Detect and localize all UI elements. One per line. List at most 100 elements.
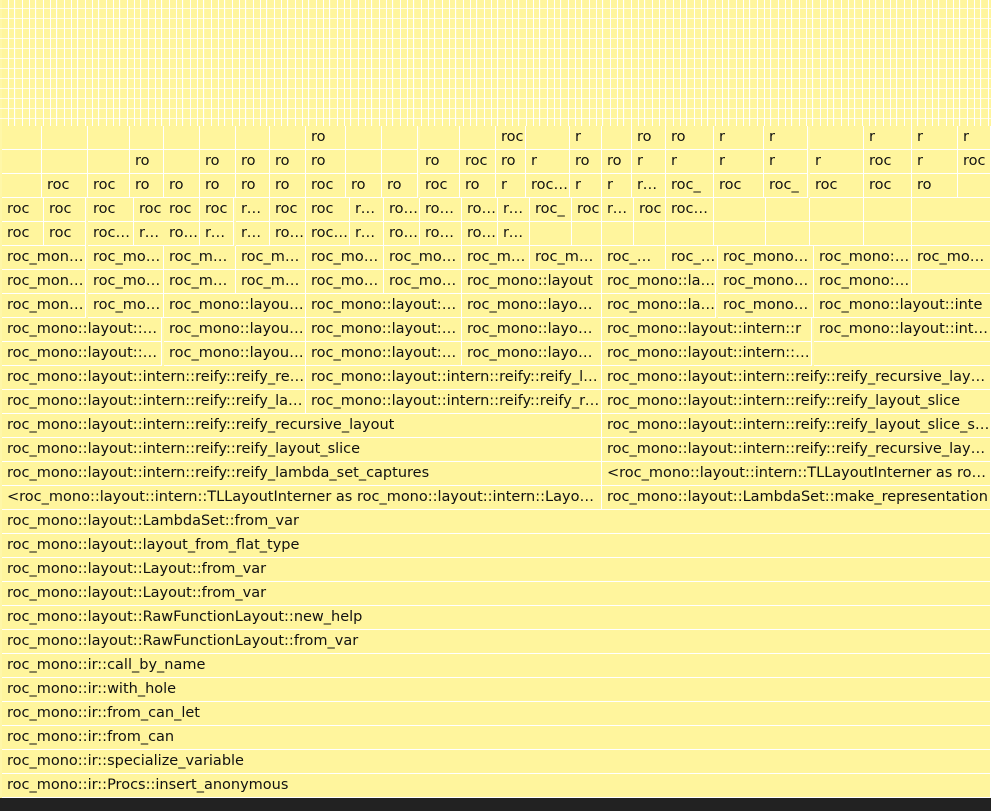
stack-frame[interactable] <box>714 198 766 222</box>
stack-frame[interactable]: r <box>864 126 912 150</box>
stack-frame[interactable]: roc_mono <box>236 222 270 246</box>
stack-frame[interactable]: roc_mono <box>384 222 420 246</box>
stack-frame[interactable]: ro <box>236 174 270 198</box>
stack-frame[interactable]: roc <box>958 150 991 174</box>
stack-frame[interactable] <box>526 126 570 150</box>
stack-frame[interactable]: roc_mono::layout::intern <box>164 318 306 342</box>
stack-frame[interactable] <box>88 150 130 174</box>
stack-frame[interactable]: roc_mono::layout::LambdaSet::from_var <box>2 510 991 534</box>
stack-frame[interactable]: roc <box>44 198 86 222</box>
stack-frame[interactable]: roc_mono <box>350 198 384 222</box>
stack-frame[interactable]: roc <box>306 198 350 222</box>
stack-frame[interactable]: ro <box>602 150 632 174</box>
stack-frame[interactable]: roc <box>496 126 526 150</box>
stack-frame[interactable]: ro <box>164 174 200 198</box>
stack-frame[interactable]: roc <box>164 198 200 222</box>
stack-frame[interactable]: r <box>602 174 632 198</box>
stack-frame[interactable]: r <box>666 150 714 174</box>
stack-frame[interactable]: roc <box>200 198 234 222</box>
stack-frame[interactable]: roc_mono::layout::intern <box>164 294 306 318</box>
stack-frame[interactable]: roc_mono <box>306 222 350 246</box>
stack-frame[interactable]: roc_mono::layout::intern <box>2 318 162 342</box>
stack-frame[interactable]: roc <box>460 150 496 174</box>
stack-frame[interactable] <box>420 126 460 150</box>
stack-frame[interactable]: roc <box>88 198 134 222</box>
stack-frame[interactable] <box>200 126 236 150</box>
stack-frame[interactable]: roc_mono::layout::intern::reify::reify_l… <box>2 390 306 414</box>
stack-frame[interactable]: roc_mono::layout <box>462 270 602 294</box>
stack-frame[interactable]: roc_mono::layout <box>2 294 86 318</box>
stack-frame[interactable]: roc <box>572 198 602 222</box>
stack-frame[interactable]: r <box>764 126 808 150</box>
stack-frame[interactable] <box>810 198 864 222</box>
stack-frame[interactable]: roc <box>88 174 130 198</box>
stack-frame[interactable]: ro <box>460 174 496 198</box>
stack-frame[interactable] <box>164 150 200 174</box>
stack-frame[interactable]: roc_mono <box>200 222 234 246</box>
stack-frame[interactable]: roc_mono::layout <box>88 246 164 270</box>
stack-frame[interactable] <box>270 126 306 150</box>
stack-frame[interactable]: roc_mono <box>236 198 270 222</box>
stack-frame[interactable]: roc_mono::layout <box>236 246 306 270</box>
stack-frame[interactable] <box>382 150 418 174</box>
stack-frame[interactable]: ro <box>270 150 306 174</box>
stack-frame[interactable]: roc_mon <box>666 198 714 222</box>
stack-frame[interactable]: roc_mono::layout <box>2 270 86 294</box>
stack-frame[interactable]: roc <box>306 174 346 198</box>
stack-frame[interactable]: roc_mono::layout <box>602 246 666 270</box>
stack-frame[interactable]: roc_mono::layout::intern::reify <box>2 342 162 366</box>
stack-frame[interactable] <box>912 270 991 294</box>
stack-frame[interactable]: roc_mono::layout::intern::reify::reify_r… <box>602 366 991 390</box>
stack-frame[interactable]: roc_ <box>498 198 530 222</box>
stack-frame[interactable]: roc_mono::ir::call_by_name <box>2 654 991 678</box>
stack-frame[interactable]: roc <box>864 150 912 174</box>
stack-frame[interactable]: roc_mono::layout <box>462 246 530 270</box>
stack-frame[interactable] <box>346 126 382 150</box>
stack-frame[interactable]: ro <box>130 150 164 174</box>
stack-frame[interactable]: roc_ <box>602 198 634 222</box>
stack-frame[interactable] <box>2 126 42 150</box>
stack-frame[interactable]: roc_mono::layout <box>164 270 236 294</box>
stack-frame[interactable]: roc_mono::layout::intern::reify::reify_l… <box>2 438 602 462</box>
stack-frame[interactable]: roc_mono::ir::specialize_variable <box>2 750 991 774</box>
stack-frame[interactable] <box>766 222 810 246</box>
stack-frame[interactable]: roc_mono::layout::intern::reify::reify_r… <box>306 390 602 414</box>
stack-frame[interactable]: roc_mono::layout::intern::reify <box>602 342 812 366</box>
stack-frame[interactable]: roc_mo <box>526 174 570 198</box>
stack-frame[interactable]: roc_mono::layout <box>814 246 912 270</box>
stack-frame[interactable]: ro <box>382 174 418 198</box>
stack-frame[interactable] <box>460 126 496 150</box>
stack-frame[interactable]: roc_mono::layout <box>306 246 384 270</box>
stack-frame[interactable]: roc_mono::layout::RawFunctionLayout::fro… <box>2 630 991 654</box>
stack-frame[interactable]: roc_mono::layout::intern <box>462 294 602 318</box>
stack-frame[interactable] <box>958 174 991 198</box>
stack-frame[interactable]: roc_mono::layout::intern::reify::reify_r… <box>602 438 991 462</box>
stack-frame[interactable]: roc_mono::layout <box>912 246 991 270</box>
stack-frame[interactable]: r <box>496 174 526 198</box>
stack-frame[interactable] <box>572 222 602 246</box>
stack-frame[interactable] <box>602 126 632 150</box>
stack-frame[interactable]: roc_mono::layout::layout <box>384 270 462 294</box>
stack-frame[interactable] <box>766 198 810 222</box>
stack-frame[interactable]: ro <box>200 174 236 198</box>
stack-frame[interactable]: roc_mono <box>350 222 384 246</box>
stack-frame[interactable]: roc <box>714 174 764 198</box>
stack-frame[interactable]: roc <box>270 198 306 222</box>
stack-frame[interactable]: ro <box>496 150 526 174</box>
stack-frame[interactable]: roc_mono::layout::intern <box>306 294 462 318</box>
stack-frame[interactable]: roc <box>2 198 44 222</box>
stack-frame[interactable]: roc_m <box>384 198 420 222</box>
stack-frame[interactable]: roc_mono::ir::from_can <box>2 726 991 750</box>
stack-frame[interactable]: roc_mono::ir::from_can_let <box>2 702 991 726</box>
stack-frame[interactable]: roc_mono <box>88 222 134 246</box>
stack-frame[interactable]: roc_mono::layout::LambdaSet::make_repres… <box>602 486 991 510</box>
stack-frame[interactable]: r <box>570 174 602 198</box>
stack-frame[interactable] <box>42 126 88 150</box>
stack-frame[interactable]: roc_mono <box>498 222 530 246</box>
stack-frame[interactable] <box>130 126 164 150</box>
stack-frame[interactable]: roc_mono <box>420 222 462 246</box>
stack-frame[interactable]: roc_mono::layout <box>718 246 814 270</box>
stack-frame[interactable]: ro <box>306 126 346 150</box>
stack-frame[interactable]: roc_mono::layout::intern::reify::reify_l… <box>602 390 991 414</box>
stack-frame[interactable] <box>864 222 912 246</box>
